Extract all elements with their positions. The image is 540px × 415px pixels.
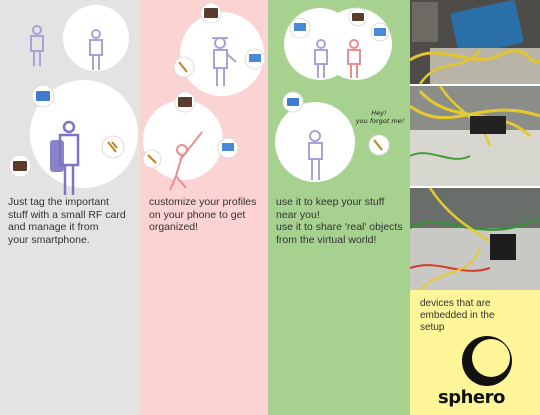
person-icon [30,25,44,66]
phone-icon [282,91,304,113]
arduino-photo [410,0,540,84]
wallet-icon [174,91,196,113]
wallet-icon [8,154,32,178]
brand-logo-text: sphero [438,387,505,408]
laptop-icon [244,48,266,70]
breadboard-icon [410,86,540,186]
breadboard-icon [410,188,540,290]
laptop-icon [217,137,239,159]
laptop-icon [370,22,390,42]
storyboard: Just tag the important stuff with a smal… [0,0,540,415]
devices-caption-box: devices that are embedded in the setup s… [410,290,540,415]
panel-tag-caption: Just tag the important stuff with a smal… [8,196,126,246]
speech-text-line-2: you forgot me! [355,117,405,125]
panel-customize: customize your profiles on your phone to… [140,0,268,415]
sphero-logo-icon [462,336,512,386]
keys-icon [173,56,195,78]
svg-text:Hey! you forgot me!: Hey! you forgot me! [355,109,405,125]
arduino-board-icon [410,0,540,84]
speech-text-line-1: Hey! [371,109,387,117]
laptop-icon [289,17,311,39]
panel-tag: Just tag the important stuff with a smal… [0,0,140,415]
panel-share-caption: use it to keep your stuff near you! use … [276,196,403,246]
keys-icon [142,149,162,169]
breadboard-photo [410,86,540,186]
keys-icon [101,135,125,159]
wallet-icon [200,2,222,24]
devices-caption: devices that are embedded in the setup [420,298,495,333]
phone-icon [31,84,55,108]
panel-share: Hey! you forgot me! use it to keep your … [268,0,410,415]
backpack-icon [50,140,64,172]
panel-devices: devices that are embedded in the setup s… [410,0,540,415]
keys-icon [368,134,390,156]
panel-customize-caption: customize your profiles on your phone to… [149,196,257,233]
speech-bubble-icon: Hey! you forgot me! [355,109,405,125]
wallet-icon [348,7,368,27]
rfid-reader-photo [410,188,540,290]
